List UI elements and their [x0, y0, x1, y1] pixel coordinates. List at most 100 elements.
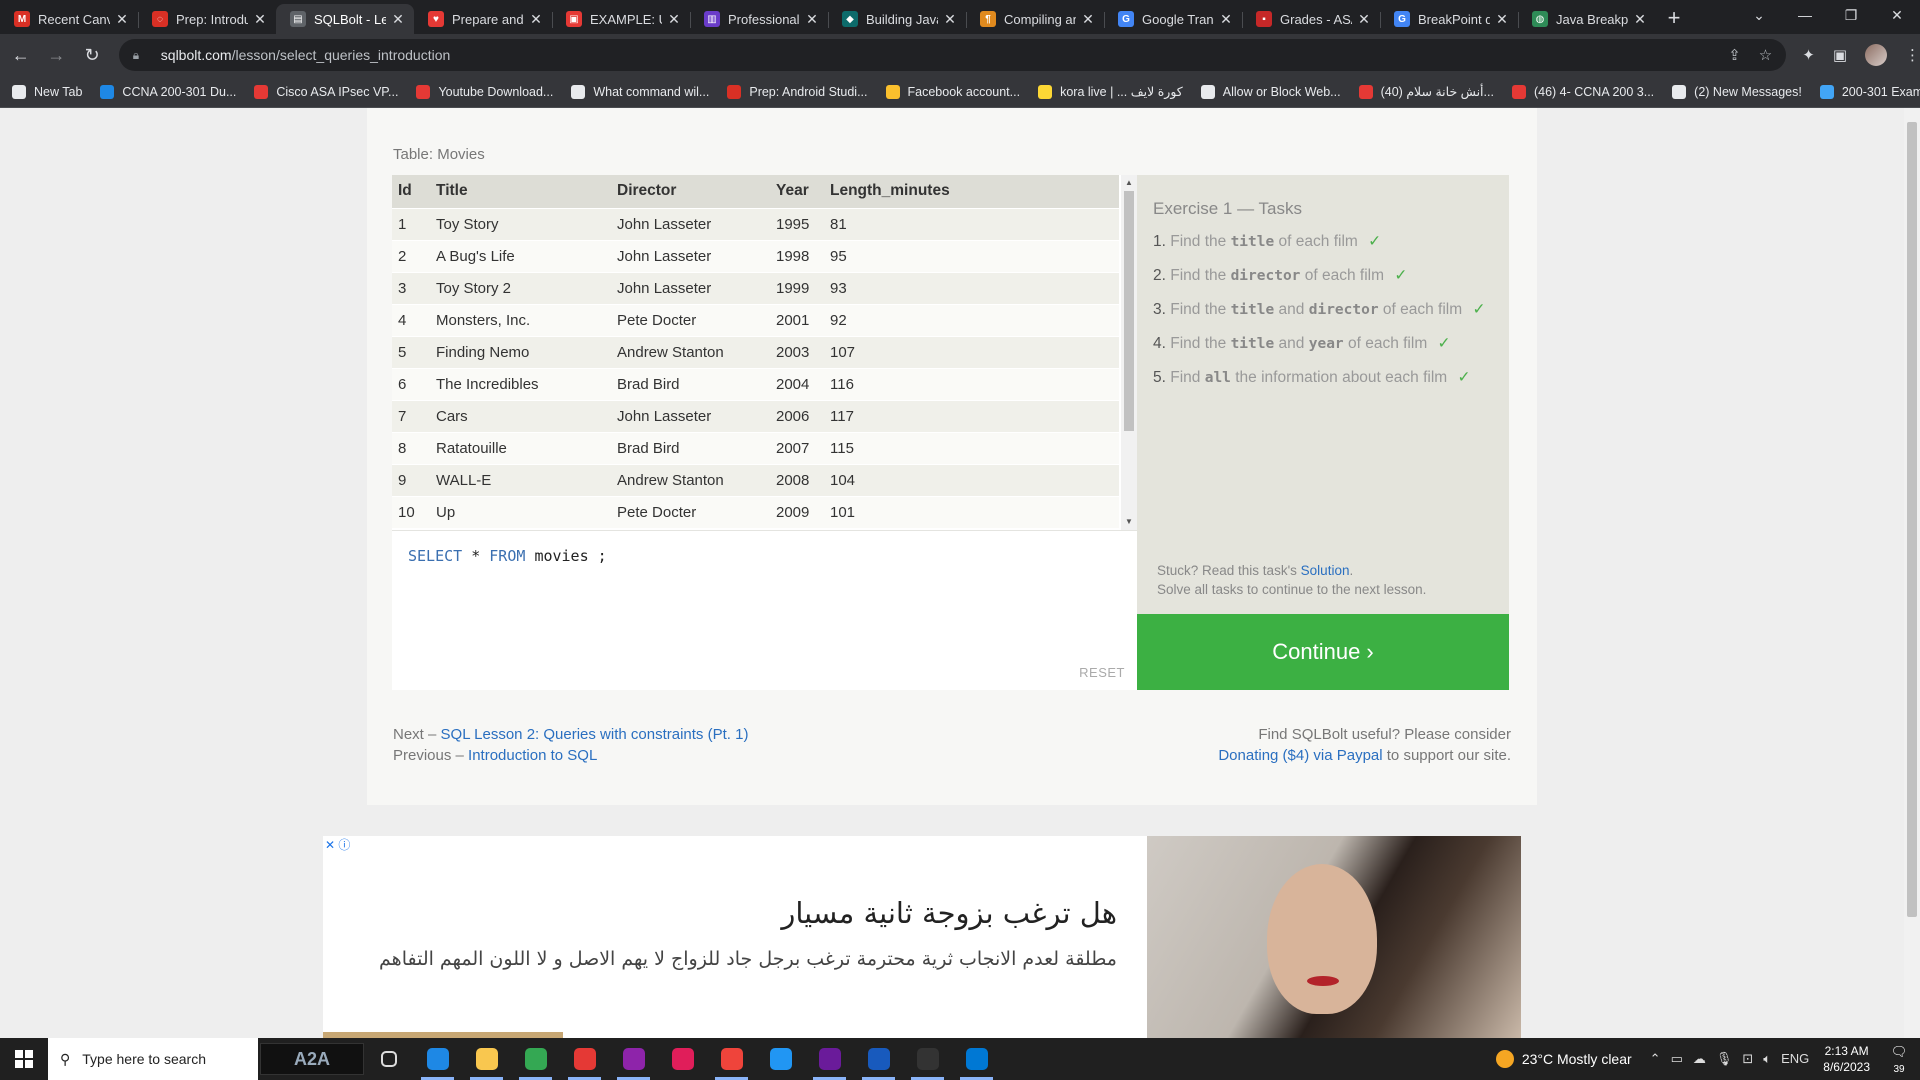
- column-header[interactable]: Length_minutes: [824, 175, 1119, 208]
- bookmark-item[interactable]: Cisco ASA IPsec VP...: [254, 84, 398, 99]
- browser-tab[interactable]: ▤ SQLBolt - Lea✕: [276, 4, 414, 34]
- reload-button[interactable]: ↻: [77, 40, 107, 70]
- taskbar-app[interactable]: [511, 1038, 560, 1080]
- column-header[interactable]: Id: [392, 175, 430, 208]
- side-panel-icon[interactable]: ▣: [1833, 46, 1847, 64]
- chevron-up-icon[interactable]: ⌃: [1650, 1051, 1661, 1067]
- tab-close-icon[interactable]: ✕: [528, 11, 544, 28]
- column-header[interactable]: Year: [770, 175, 824, 208]
- restore-button[interactable]: ❐: [1828, 0, 1874, 34]
- table-scrollbar-thumb[interactable]: [1124, 191, 1134, 431]
- language-indicator[interactable]: ENG: [1781, 1051, 1809, 1067]
- tab-close-icon[interactable]: ✕: [1356, 11, 1372, 28]
- tab-close-icon[interactable]: ✕: [252, 11, 268, 28]
- sql-query[interactable]: SELECT * FROM movies ;: [408, 547, 607, 565]
- taskbar-app[interactable]: [707, 1038, 756, 1080]
- bookmark-item[interactable]: Youtube Download...: [416, 84, 553, 99]
- bookmark-item[interactable]: What command wil...: [571, 84, 709, 99]
- volume-icon[interactable]: 🔈︎: [1763, 1051, 1771, 1067]
- tab-close-icon[interactable]: ✕: [1494, 11, 1510, 28]
- taskbar-app[interactable]: [560, 1038, 609, 1080]
- column-header[interactable]: Title: [430, 175, 611, 208]
- continue-button[interactable]: Continue ›: [1137, 614, 1509, 690]
- menu-kebab-icon[interactable]: ⋮: [1905, 46, 1920, 64]
- scroll-down-arrow-icon[interactable]: ▼: [1121, 514, 1137, 530]
- tab-close-icon[interactable]: ✕: [390, 11, 406, 28]
- taskbar-app[interactable]: [854, 1038, 903, 1080]
- taskbar-app[interactable]: [952, 1038, 1001, 1080]
- sql-editor[interactable]: SELECT * FROM movies ; RESET: [392, 530, 1137, 690]
- back-button[interactable]: ←: [6, 40, 36, 70]
- page-scrollbar[interactable]: [1904, 108, 1920, 1038]
- tab-close-icon[interactable]: ✕: [114, 11, 130, 28]
- onedrive-icon[interactable]: ☁: [1693, 1051, 1706, 1067]
- bookmark-item[interactable]: 200-301 Exam – Fre...: [1819, 84, 1920, 99]
- ad-photo[interactable]: [1147, 836, 1521, 1038]
- tab-close-icon[interactable]: ✕: [1080, 11, 1096, 28]
- browser-tab[interactable]: M Recent Canvas✕: [0, 4, 138, 34]
- browser-tab[interactable]: ▣ EXAMPLE: Un✕: [552, 4, 690, 34]
- advertisement[interactable]: ✕ ⓘ هل ترغب بزوجة ثانية مسيار مطلقة لعدم…: [323, 836, 1521, 1038]
- tab-close-icon[interactable]: ✕: [1632, 11, 1648, 28]
- tab-close-icon[interactable]: ✕: [942, 11, 958, 28]
- ad-description[interactable]: مطلقة لعدم الانجاب ثرية محترمة ترغب برجل…: [379, 948, 1117, 970]
- taskbar-app[interactable]: [609, 1038, 658, 1080]
- microphone-icon[interactable]: 🎙︎: [1716, 1051, 1733, 1067]
- taskbar-app[interactable]: [413, 1038, 462, 1080]
- column-header[interactable]: Director: [611, 175, 770, 208]
- browser-tab[interactable]: ◌ Prep: Introduc✕: [138, 4, 276, 34]
- browser-tab[interactable]: ♥ Prepare and S✕: [414, 4, 552, 34]
- new-tab-button[interactable]: +: [1656, 4, 1692, 34]
- promo-widget[interactable]: A2A: [260, 1043, 364, 1075]
- page-scrollbar-thumb[interactable]: [1907, 122, 1917, 917]
- browser-tab[interactable]: ◍ Java Breakpoi✕: [1518, 4, 1656, 34]
- battery-icon[interactable]: ▭: [1671, 1051, 1683, 1067]
- browser-tab[interactable]: ¶ Compiling an ✕: [966, 4, 1104, 34]
- taskbar-app[interactable]: [364, 1038, 413, 1080]
- share-icon[interactable]: ⇪: [1728, 46, 1741, 64]
- solution-link[interactable]: Solution: [1301, 563, 1350, 578]
- browser-tab[interactable]: G Google Transl✕: [1104, 4, 1242, 34]
- taskbar-app[interactable]: [903, 1038, 952, 1080]
- next-lesson-link[interactable]: SQL Lesson 2: Queries with constraints (…: [441, 726, 749, 743]
- taskbar-app[interactable]: [658, 1038, 707, 1080]
- taskbar-app[interactable]: [805, 1038, 854, 1080]
- ad-close-info-icon[interactable]: ✕ ⓘ: [325, 836, 350, 853]
- close-window-button[interactable]: ✕: [1874, 0, 1920, 34]
- reset-button[interactable]: RESET: [1079, 665, 1125, 680]
- tab-close-icon[interactable]: ✕: [804, 11, 820, 28]
- address-bar[interactable]: 🔒︎ sqlbolt.com /lesson/select_queries_in…: [118, 39, 1787, 71]
- bookmark-item[interactable]: CCNA 200-301 Du...: [100, 84, 236, 99]
- tab-search-icon[interactable]: ⌄: [1736, 0, 1782, 34]
- tab-close-icon[interactable]: ✕: [1218, 11, 1234, 28]
- minimize-button[interactable]: —: [1782, 0, 1828, 34]
- bookmark-item[interactable]: Prep: Android Studi...: [727, 84, 868, 99]
- forward-button[interactable]: →: [42, 40, 72, 70]
- bookmark-star-icon[interactable]: ☆: [1759, 46, 1772, 64]
- weather-widget[interactable]: 23°C Mostly clear: [1495, 1050, 1632, 1068]
- tab-close-icon[interactable]: ✕: [666, 11, 682, 28]
- table-scrollbar[interactable]: ▲ ▼: [1121, 175, 1137, 530]
- taskbar-app[interactable]: [462, 1038, 511, 1080]
- bookmark-item[interactable]: (46) 4- CCNA 200 3...: [1511, 84, 1654, 99]
- bookmark-item[interactable]: New Tab: [12, 84, 82, 99]
- browser-tab[interactable]: ▪ Grades - ASA ✕: [1242, 4, 1380, 34]
- bookmark-item[interactable]: (2) New Messages!: [1672, 84, 1802, 99]
- extensions-icon[interactable]: ✦: [1802, 46, 1815, 64]
- clock[interactable]: 2:13 AM 8/6/2023: [1823, 1043, 1870, 1075]
- scroll-up-arrow-icon[interactable]: ▲: [1121, 175, 1137, 191]
- bookmark-item[interactable]: kora live | ... كورة لايف: [1038, 84, 1183, 99]
- profile-avatar[interactable]: [1865, 44, 1887, 66]
- ad-headline[interactable]: هل ترغب بزوجة ثانية مسيار: [781, 896, 1117, 930]
- donate-link[interactable]: Donating ($4) via Paypal: [1218, 747, 1382, 764]
- previous-lesson-link[interactable]: Introduction to SQL: [468, 747, 597, 764]
- network-icon[interactable]: ⊡: [1742, 1051, 1753, 1067]
- bookmark-item[interactable]: Facebook account...: [885, 84, 1020, 99]
- browser-tab[interactable]: G BreakPoint de✕: [1380, 4, 1518, 34]
- bookmark-item[interactable]: (40) أنش خانة سلام...: [1358, 84, 1494, 99]
- lock-icon[interactable]: 🔒︎: [133, 48, 151, 63]
- browser-tab[interactable]: ◆ Building Java ✕: [828, 4, 966, 34]
- taskbar-app[interactable]: [756, 1038, 805, 1080]
- taskbar-search[interactable]: ⚲ Type here to search: [48, 1038, 258, 1080]
- browser-tab[interactable]: ▥ Professional C✕: [690, 4, 828, 34]
